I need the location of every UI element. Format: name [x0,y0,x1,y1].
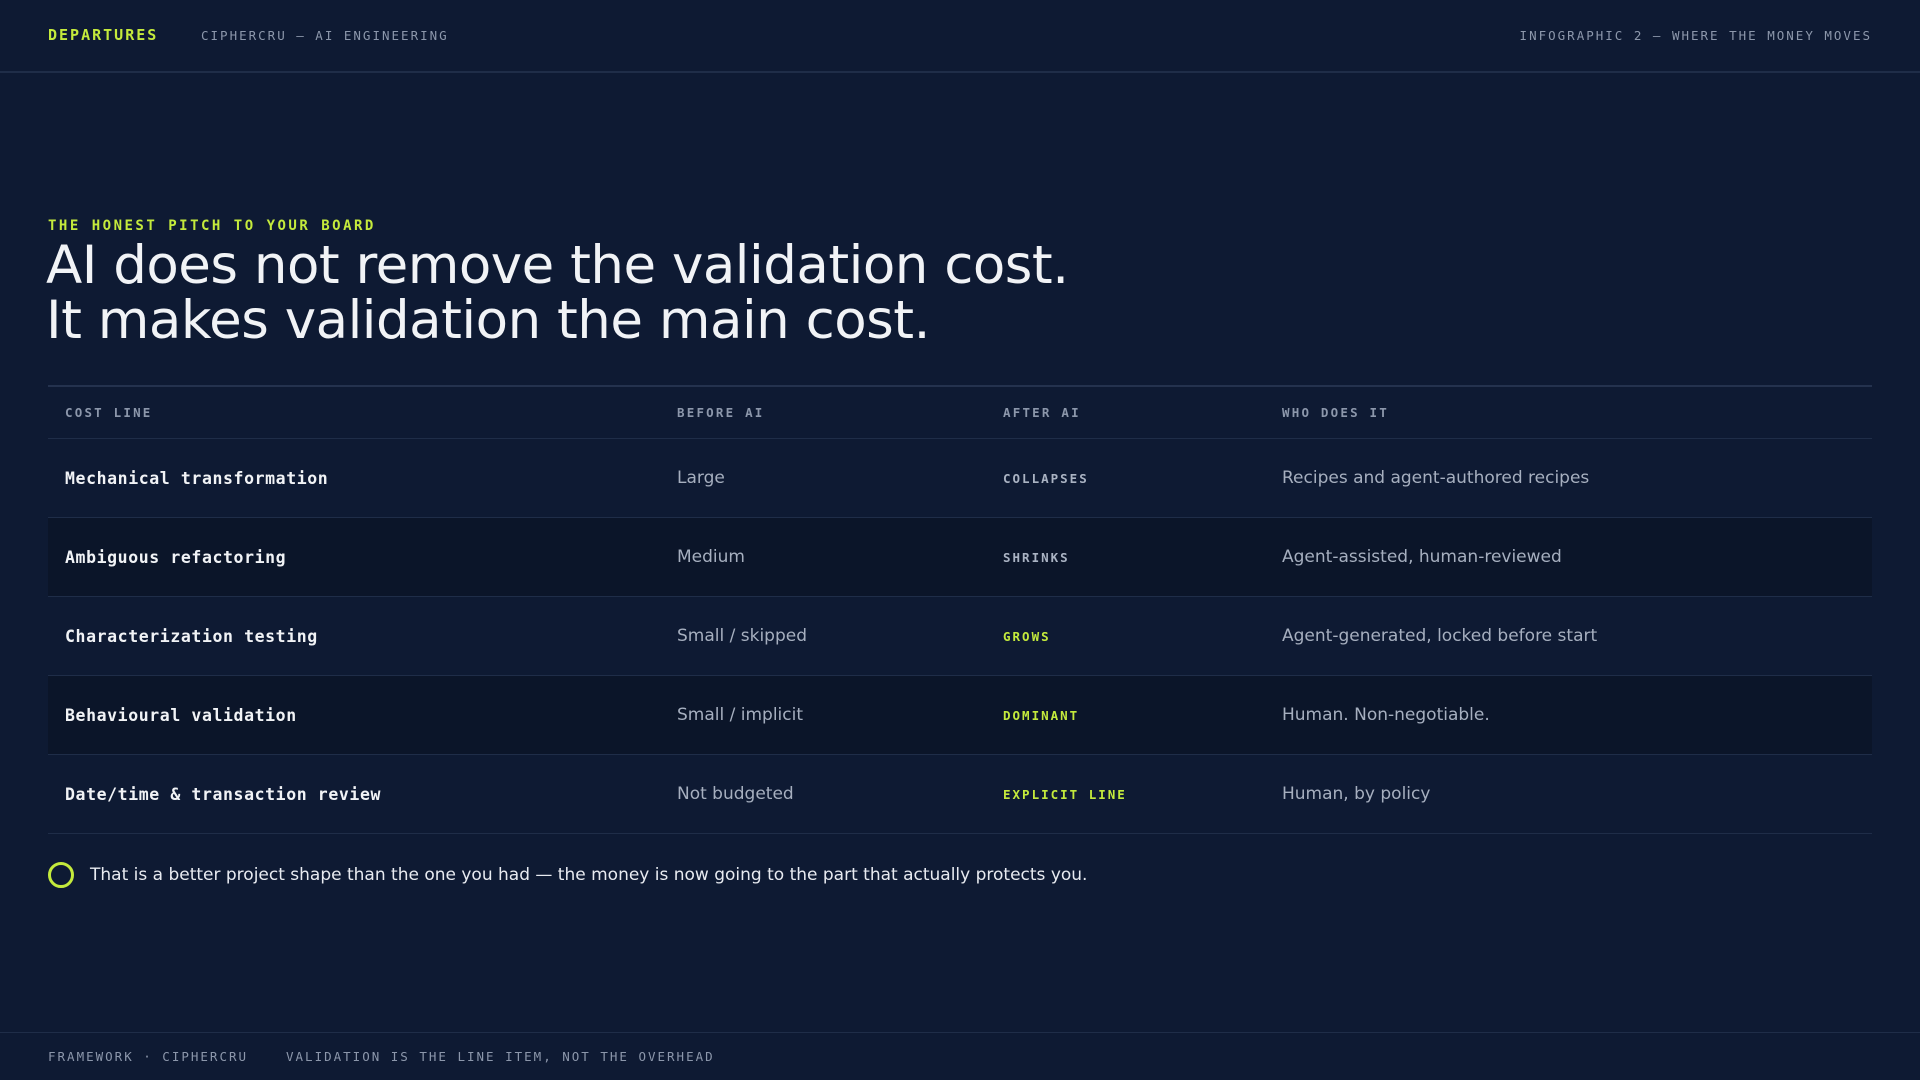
before-ai-value: Small / skipped [677,626,808,646]
breadcrumb: CIPHERCRU — AI ENGINEERING [201,28,449,43]
cost-line-name: Characterization testing [65,626,318,646]
table-row: Characterization testing Small / skipped… [48,597,1872,676]
who-does-it-value: Agent-assisted, human-reviewed [1282,547,1562,567]
infographic-label: INFOGRAPHIC 2 — WHERE THE MONEY MOVES [1519,28,1872,43]
who-does-it-value: Human, by policy [1282,784,1431,804]
who-does-it-value: Agent-generated, locked before start [1282,626,1598,646]
cost-line-name: Behavioural validation [65,705,297,725]
after-ai-status: EXPLICIT LINE [1003,786,1127,802]
page-title: AI does not remove the validation cost. … [46,238,1246,348]
table-row: Date/time & transaction review Not budge… [48,755,1872,834]
after-ai-status: COLLAPSES [1003,470,1089,486]
column-header-who-does-it: WHO DOES IT [1282,405,1389,420]
title-line-2: It makes validation the main cost. [46,290,930,351]
table-row: Ambiguous refactoring Medium SHRINKS Age… [48,518,1872,597]
who-does-it-value: Recipes and agent-authored recipes [1282,468,1590,488]
table-row: Mechanical transformation Large COLLAPSE… [48,439,1872,518]
cost-line-name: Date/time & transaction review [65,784,382,804]
page: DEPARTURES CIPHERCRU — AI ENGINEERING IN… [0,0,1920,1080]
table-row: Behavioural validation Small / implicit … [48,676,1872,755]
after-ai-status: DOMINANT [1003,707,1080,723]
after-ai-status: SHRINKS [1003,549,1070,565]
before-ai-value: Large [677,468,725,488]
after-ai-status: GROWS [1003,628,1051,644]
footer: FRAMEWORK · CIPHERCRU VALIDATION IS THE … [0,1032,1920,1080]
column-header-after-ai: AFTER AI [1003,405,1081,420]
cost-table: COST LINE BEFORE AI AFTER AI WHO DOES IT… [48,385,1872,834]
before-ai-value: Medium [677,547,745,567]
top-bar: DEPARTURES CIPHERCRU — AI ENGINEERING IN… [0,0,1920,73]
before-ai-value: Small / implicit [677,705,804,725]
column-header-cost-line: COST LINE [65,405,153,420]
brand-logo-text[interactable]: DEPARTURES [48,26,158,44]
circle-outline-icon [48,862,74,888]
cost-line-name: Mechanical transformation [65,468,329,488]
footer-credit: FRAMEWORK · CIPHERCRU [48,1049,249,1064]
before-ai-value: Not budgeted [677,784,794,804]
who-does-it-value: Human. Non-negotiable. [1282,705,1490,725]
cost-line-name: Ambiguous refactoring [65,547,287,567]
callout-text: That is a better project shape than the … [90,865,1088,885]
summary-callout: That is a better project shape than the … [48,862,1087,888]
table-header-row: COST LINE BEFORE AI AFTER AI WHO DOES IT [48,387,1872,439]
footer-tagline: VALIDATION IS THE LINE ITEM, NOT THE OVE… [286,1049,715,1064]
title-line-1: AI does not remove the validation cost. [46,235,1069,296]
column-header-before-ai: BEFORE AI [677,405,765,420]
eyebrow-label: THE HONEST PITCH TO YOUR BOARD [48,218,376,234]
